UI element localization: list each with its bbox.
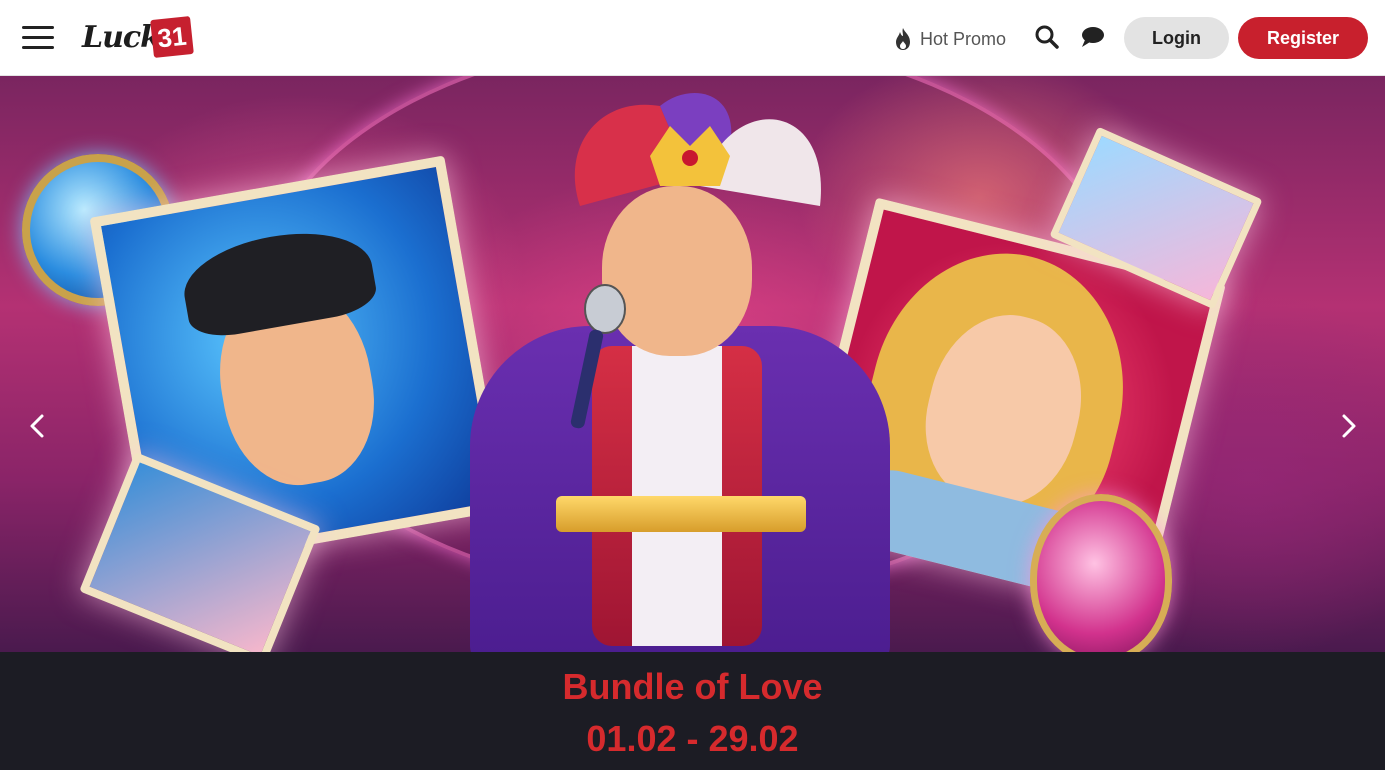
menu-icon[interactable] xyxy=(22,24,54,52)
top-header: Lucky 31 Hot Promo Login Register xyxy=(0,0,1385,76)
promo-dates: 01.02 - 29.02 xyxy=(586,718,799,759)
menu-line xyxy=(22,36,54,39)
pink-gem-decoration xyxy=(1030,494,1172,652)
logo-number-badge: 31 xyxy=(150,16,194,58)
login-button[interactable]: Login xyxy=(1124,17,1229,59)
chevron-right-icon[interactable] xyxy=(1334,412,1362,440)
hot-promo-link[interactable]: Hot Promo xyxy=(894,26,1006,52)
jester-belt xyxy=(556,496,806,532)
promo-title: Bundle of Love xyxy=(562,666,823,707)
menu-line xyxy=(22,26,54,29)
microphone xyxy=(570,284,626,429)
site-logo[interactable]: Lucky 31 xyxy=(82,14,194,62)
chevron-left-icon[interactable] xyxy=(24,412,52,440)
menu-line xyxy=(22,46,54,49)
flame-icon xyxy=(896,28,910,50)
hot-promo-label: Hot Promo xyxy=(920,28,1007,49)
jester-hat xyxy=(574,93,821,206)
search-icon[interactable] xyxy=(1034,24,1060,50)
promo-caption: Bundle of Love 01.02 - 29.02 xyxy=(0,652,1385,770)
chat-icon[interactable] xyxy=(1078,24,1106,50)
promo-banner-image[interactable] xyxy=(0,76,1385,652)
register-button[interactable]: Register xyxy=(1238,17,1368,59)
